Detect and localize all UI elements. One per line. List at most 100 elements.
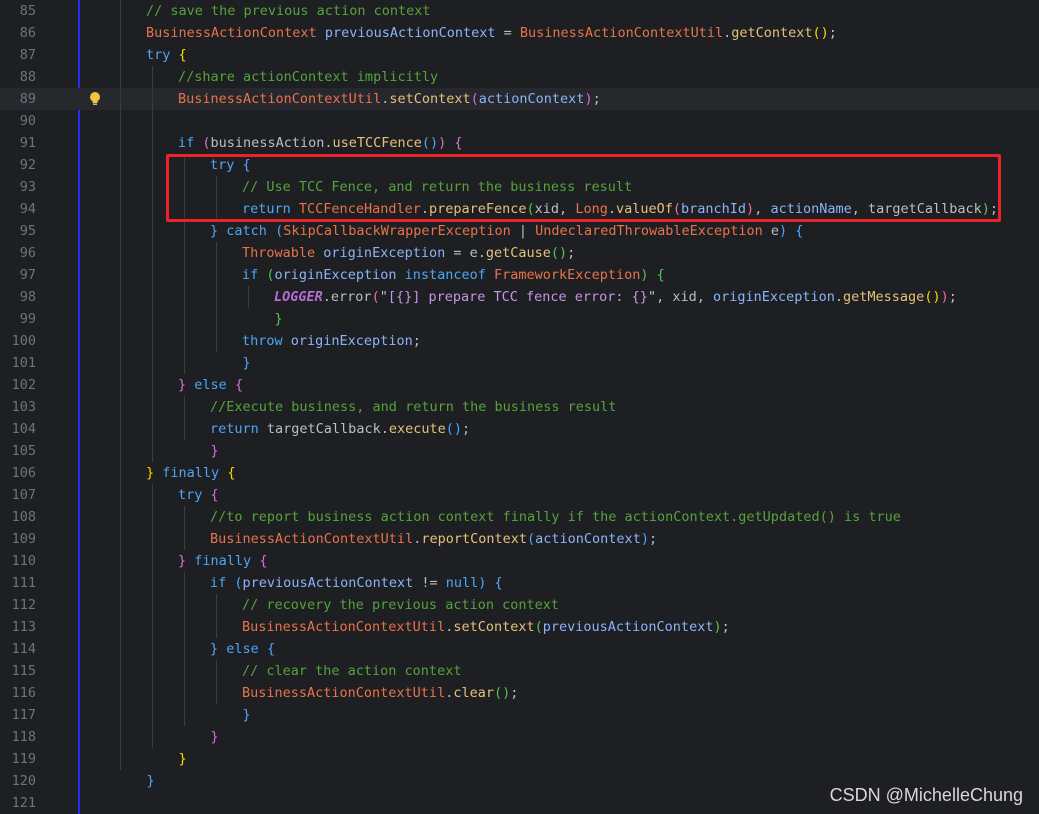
line-number[interactable]: 112	[0, 594, 36, 616]
code-text[interactable]: if (originException instanceof Framework…	[242, 264, 665, 286]
code-line[interactable]: 114 } else {	[0, 638, 1039, 660]
code-line[interactable]: 90	[0, 110, 1039, 132]
line-number[interactable]: 119	[0, 748, 36, 770]
code-line[interactable]: 116 BusinessActionContextUtil.clear();	[0, 682, 1039, 704]
line-number[interactable]: 106	[0, 462, 36, 484]
code-text[interactable]: //share actionContext implicitly	[178, 66, 438, 88]
code-line[interactable]: 89 BusinessActionContextUtil.setContext(a…	[0, 88, 1039, 110]
line-number[interactable]: 116	[0, 682, 36, 704]
line-number[interactable]: 103	[0, 396, 36, 418]
line-number[interactable]: 96	[0, 242, 36, 264]
code-line[interactable]: 97 if (originException instanceof Framewo…	[0, 264, 1039, 286]
lightbulb-icon[interactable]	[89, 91, 101, 107]
code-text[interactable]: BusinessActionContext previousActionCont…	[146, 22, 837, 44]
code-text[interactable]: BusinessActionContextUtil.clear();	[242, 682, 518, 704]
code-line[interactable]: 86 BusinessActionContext previousActionCo…	[0, 22, 1039, 44]
code-line[interactable]: 105 }	[0, 440, 1039, 462]
code-line[interactable]: 113 BusinessActionContextUtil.setContext(…	[0, 616, 1039, 638]
line-number[interactable]: 97	[0, 264, 36, 286]
line-number[interactable]: 120	[0, 770, 36, 792]
line-number[interactable]: 121	[0, 792, 36, 814]
code-line[interactable]: 103 //Execute business, and return the bu…	[0, 396, 1039, 418]
code-text[interactable]: //Execute business, and return the busin…	[210, 396, 616, 418]
code-text[interactable]: //to report business action context fina…	[210, 506, 901, 528]
code-text[interactable]: }	[146, 748, 187, 770]
line-number[interactable]: 110	[0, 550, 36, 572]
code-line[interactable]: 91 if (businessAction.useTCCFence()) {	[0, 132, 1039, 154]
code-line[interactable]: 87 try {	[0, 44, 1039, 66]
line-number[interactable]: 105	[0, 440, 36, 462]
code-text[interactable]: }	[210, 704, 251, 726]
code-line[interactable]: 111 if (previousActionContext != null) {	[0, 572, 1039, 594]
line-number[interactable]: 95	[0, 220, 36, 242]
code-line[interactable]: 106 } finally {	[0, 462, 1039, 484]
code-text[interactable]: try {	[146, 44, 187, 66]
code-text[interactable]: // recovery the previous action context	[242, 594, 559, 616]
code-line[interactable]: 119 }	[0, 748, 1039, 770]
code-text[interactable]: return targetCallback.execute();	[210, 418, 470, 440]
code-line[interactable]: 107 try {	[0, 484, 1039, 506]
line-number[interactable]: 85	[0, 0, 36, 22]
line-number[interactable]: 99	[0, 308, 36, 330]
code-text[interactable]: BusinessActionContextUtil.setContext(act…	[178, 88, 601, 110]
line-number[interactable]: 88	[0, 66, 36, 88]
code-line[interactable]: 101 }	[0, 352, 1039, 374]
code-line[interactable]: 109 BusinessActionContextUtil.reportConte…	[0, 528, 1039, 550]
code-line[interactable]: 112 // recovery the previous action conte…	[0, 594, 1039, 616]
line-number[interactable]: 86	[0, 22, 36, 44]
code-text[interactable]: }	[178, 440, 219, 462]
code-line[interactable]: 96 Throwable originException = e.getCause…	[0, 242, 1039, 264]
code-line[interactable]: 88 //share actionContext implicitly	[0, 66, 1039, 88]
code-text[interactable]: if (previousActionContext != null) {	[210, 572, 503, 594]
code-line[interactable]: 85 // save the previous action context	[0, 0, 1039, 22]
code-text[interactable]: } else {	[178, 374, 243, 396]
line-number[interactable]: 107	[0, 484, 36, 506]
code-text[interactable]: if (businessAction.useTCCFence()) {	[178, 132, 463, 154]
code-text[interactable]: }	[114, 770, 155, 792]
line-number[interactable]: 94	[0, 198, 36, 220]
code-editor[interactable]: 85 // save the previous action context 86 B…	[0, 0, 1039, 814]
code-text[interactable]: BusinessActionContextUtil.reportContext(…	[210, 528, 657, 550]
line-number[interactable]: 115	[0, 660, 36, 682]
line-number[interactable]: 114	[0, 638, 36, 660]
code-text[interactable]: LOGGER.error("[{}] prepare TCC fence err…	[274, 286, 957, 308]
code-text[interactable]: } finally {	[178, 550, 267, 572]
line-number[interactable]: 91	[0, 132, 36, 154]
line-number[interactable]: 111	[0, 572, 36, 594]
code-line[interactable]: 110 } finally {	[0, 550, 1039, 572]
line-number[interactable]: 92	[0, 154, 36, 176]
code-line[interactable]: 108 //to report business action context f…	[0, 506, 1039, 528]
code-text[interactable]: BusinessActionContextUtil.setContext(pre…	[242, 616, 730, 638]
code-line[interactable]: 102 } else {	[0, 374, 1039, 396]
line-number[interactable]: 87	[0, 44, 36, 66]
line-number[interactable]: 118	[0, 726, 36, 748]
code-text[interactable]: } catch (SkipCallbackWrapperException | …	[210, 220, 803, 242]
line-number[interactable]: 98	[0, 286, 36, 308]
line-number[interactable]: 117	[0, 704, 36, 726]
line-number[interactable]: 90	[0, 110, 36, 132]
code-line[interactable]: 104 return targetCallback.execute();	[0, 418, 1039, 440]
line-number[interactable]: 102	[0, 374, 36, 396]
code-text[interactable]: try {	[178, 484, 219, 506]
code-line[interactable]: 99 }	[0, 308, 1039, 330]
code-line[interactable]: 95 } catch (SkipCallbackWrapperException …	[0, 220, 1039, 242]
code-line[interactable]: 115 // clear the action context	[0, 660, 1039, 682]
code-line[interactable]: 117 }	[0, 704, 1039, 726]
code-text[interactable]: Throwable originException = e.getCause()…	[242, 242, 575, 264]
code-text[interactable]: } finally {	[146, 462, 235, 484]
line-number[interactable]: 113	[0, 616, 36, 638]
code-line[interactable]: 100 throw originException;	[0, 330, 1039, 352]
line-number[interactable]: 101	[0, 352, 36, 374]
code-line[interactable]: 98 LOGGER.error("[{}] prepare TCC fence e…	[0, 286, 1039, 308]
line-number[interactable]: 100	[0, 330, 36, 352]
code-text[interactable]: // clear the action context	[242, 660, 461, 682]
code-text[interactable]: // save the previous action context	[146, 0, 430, 22]
code-line[interactable]: 118 }	[0, 726, 1039, 748]
code-text[interactable]: throw originException;	[242, 330, 421, 352]
line-number[interactable]: 108	[0, 506, 36, 528]
line-number[interactable]: 109	[0, 528, 36, 550]
code-text[interactable]: } else {	[210, 638, 275, 660]
line-number[interactable]: 89	[0, 88, 36, 110]
line-number[interactable]: 93	[0, 176, 36, 198]
code-text[interactable]: }	[242, 308, 283, 330]
